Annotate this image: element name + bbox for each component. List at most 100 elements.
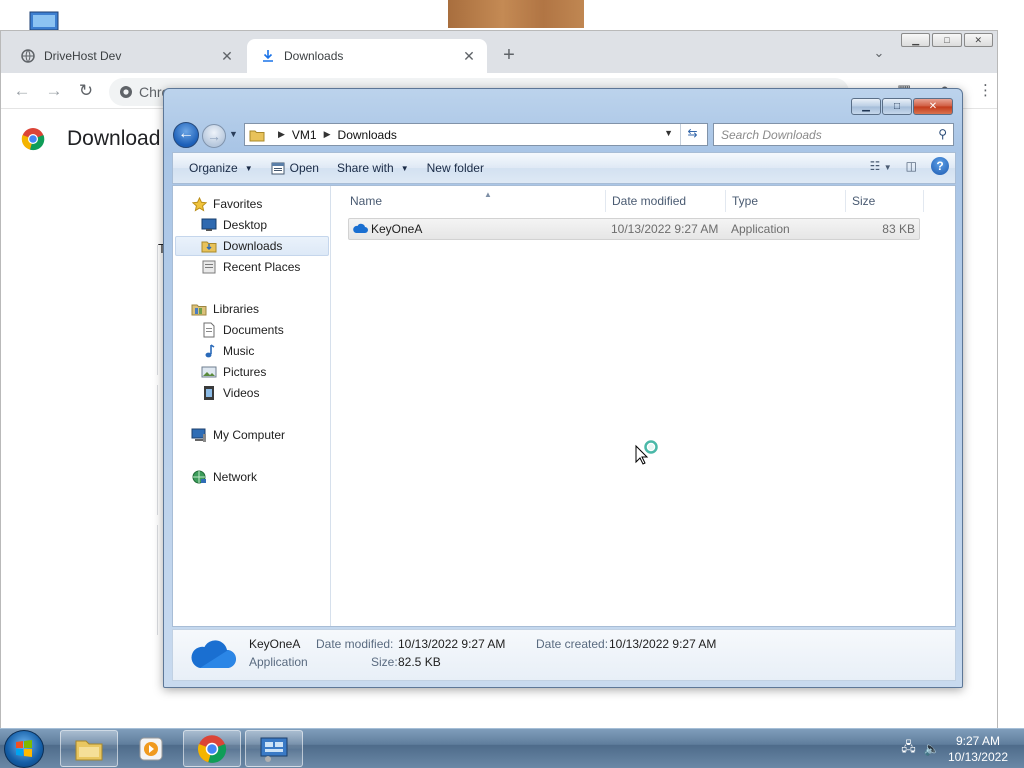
history-dropdown[interactable]: ▼ <box>229 129 241 141</box>
nav-desktop[interactable]: Desktop <box>201 215 267 235</box>
folder-icon <box>249 130 265 141</box>
cloud-app-large-icon <box>191 640 236 668</box>
taskbar-control-panel-button[interactable] <box>245 730 303 767</box>
nav-favorites-label: Favorites <box>213 197 263 211</box>
nav-music-label: Music <box>223 344 255 358</box>
menu-icon[interactable]: ⋮ <box>978 81 993 103</box>
media-player-icon <box>139 737 163 760</box>
sort-ascending-icon: ▲ <box>484 190 492 199</box>
tab-downloads[interactable]: Downloads ✕ <box>247 39 487 73</box>
system-clock[interactable]: 9:27 AM 10/13/2022 <box>948 733 1008 765</box>
folder-download-icon <box>201 238 217 254</box>
tab-title: Downloads <box>284 49 344 63</box>
nav-pictures[interactable]: Pictures <box>201 362 266 382</box>
network-tray-icon[interactable]: 🖧 <box>901 738 916 760</box>
explorer-address-bar[interactable]: ▶ VM1 ▶ Downloads ▼ <box>244 123 708 146</box>
breadcrumb-arrow-icon: ▶ <box>278 129 285 139</box>
new-folder-label: New folder <box>426 161 484 175</box>
tab-title: DriveHost Dev <box>44 49 122 63</box>
nav-documents-label: Documents <box>223 323 284 337</box>
file-row[interactable]: KeyOneA 10/13/2022 9:27 AM Application 8… <box>348 218 920 240</box>
videos-icon <box>201 385 217 401</box>
nav-favorites[interactable]: Favorites <box>191 194 262 214</box>
minimize-button[interactable]: ▁ <box>851 98 881 115</box>
nav-recent-places[interactable]: Recent Places <box>201 257 300 277</box>
close-button[interactable]: ✕ <box>913 98 953 115</box>
file-size: 83 KB <box>882 222 915 236</box>
breadcrumb-vm1[interactable]: VM1 <box>292 128 317 142</box>
close-icon[interactable]: ✕ <box>461 48 477 64</box>
share-with-button[interactable]: Share with ▼ <box>328 153 418 183</box>
view-options-icon[interactable]: ☷ ▼ <box>870 159 892 173</box>
nav-my-computer[interactable]: My Computer <box>191 425 285 445</box>
forward-button[interactable]: → <box>43 81 65 103</box>
desktop-computer-icon <box>29 11 59 31</box>
busy-cursor-icon <box>635 440 658 465</box>
preview-pane-icon[interactable]: ◫ <box>906 159 917 173</box>
explorer-window: ▁ □ ✕ ← → ▼ ▶ VM1 ▶ Downloads ▼ ⇆ Search… <box>163 88 963 688</box>
column-type-label: Type <box>732 194 759 208</box>
column-name-label: Name <box>350 194 383 208</box>
refresh-button[interactable]: ⇆ <box>680 124 704 145</box>
nav-videos-label: Videos <box>223 386 260 400</box>
search-input[interactable]: Search Downloads ⚲ <box>713 123 954 146</box>
back-button[interactable]: ← <box>11 81 33 103</box>
taskbar: 🖧 🔈 9:27 AM 10/13/2022 <box>0 728 1024 768</box>
column-header-size[interactable]: Size <box>846 190 924 212</box>
details-date-modified-label: Date modified: <box>316 637 394 651</box>
back-button[interactable]: ← <box>173 122 199 148</box>
nav-downloads-label: Downloads <box>223 239 283 253</box>
chevron-down-icon: ▼ <box>244 163 253 173</box>
start-button[interactable] <box>4 730 44 768</box>
system-tray: 🖧 🔈 9:27 AM 10/13/2022 <box>901 731 1008 767</box>
column-header-date-modified[interactable]: Date modified <box>606 190 726 212</box>
nav-network[interactable]: Network <box>191 467 257 487</box>
column-size-label: Size <box>852 194 876 208</box>
nav-videos[interactable]: Videos <box>201 383 259 403</box>
explorer-navigation-bar: ← → ▼ ▶ VM1 ▶ Downloads ▼ ⇆ Search Downl… <box>172 121 956 149</box>
tab-drivehost-dev[interactable]: DriveHost Dev ✕ <box>7 39 245 73</box>
nav-music[interactable]: Music <box>201 341 254 361</box>
explorer-body: Favorites Desktop Downloads Recent Place… <box>172 185 956 627</box>
taskbar-chrome-button[interactable] <box>183 730 241 767</box>
folder-icon <box>75 740 103 760</box>
reload-button[interactable]: ↻ <box>75 81 97 103</box>
column-header-type[interactable]: Type <box>726 190 846 212</box>
libraries-icon <box>191 301 207 317</box>
column-header-name[interactable]: Name ▲ <box>344 190 606 212</box>
organize-button[interactable]: Organize ▼ <box>173 153 262 183</box>
taskbar-explorer-button[interactable] <box>60 730 118 767</box>
new-folder-button[interactable]: New folder <box>418 153 493 183</box>
nav-libraries[interactable]: Libraries <box>191 299 259 319</box>
close-button[interactable]: ✕ <box>963 33 993 47</box>
organize-label: Organize <box>189 161 238 175</box>
forward-button[interactable]: → <box>202 124 226 148</box>
details-pane: KeyOneA Application Date modified: 10/13… <box>172 629 956 681</box>
control-panel-icon <box>260 737 288 762</box>
open-button[interactable]: Open <box>262 153 328 183</box>
help-icon[interactable]: ? <box>931 157 949 175</box>
chrome-url-chip: Chro <box>119 84 169 100</box>
volume-icon[interactable]: 🔈 <box>924 741 940 757</box>
clock-time: 9:27 AM <box>955 734 1000 748</box>
nav-documents[interactable]: Documents <box>201 320 284 340</box>
nav-pictures-label: Pictures <box>223 365 267 379</box>
close-icon[interactable]: ✕ <box>219 48 235 64</box>
search-placeholder: Search Downloads <box>721 127 822 142</box>
minimize-button[interactable]: ▁ <box>901 33 931 47</box>
search-icon: ⚲ <box>938 127 947 141</box>
details-file-name: KeyOneA <box>249 637 301 651</box>
nav-desktop-label: Desktop <box>223 218 268 232</box>
command-bar-right: ☷ ▼ ◫ ? <box>870 157 949 175</box>
address-dropdown[interactable]: ▼ <box>664 128 673 138</box>
nav-downloads[interactable]: Downloads <box>175 236 329 256</box>
taskbar-media-player-button[interactable] <box>122 730 180 767</box>
maximize-button[interactable]: □ <box>882 98 912 115</box>
computer-icon <box>191 427 207 443</box>
page-title: Download <box>67 127 161 150</box>
maximize-button[interactable]: □ <box>932 33 962 47</box>
nav-network-label: Network <box>213 470 258 484</box>
breadcrumb-downloads[interactable]: Downloads <box>338 128 397 142</box>
tab-search-button[interactable]: ⌄ <box>869 45 889 65</box>
new-tab-button[interactable]: + <box>497 44 521 68</box>
